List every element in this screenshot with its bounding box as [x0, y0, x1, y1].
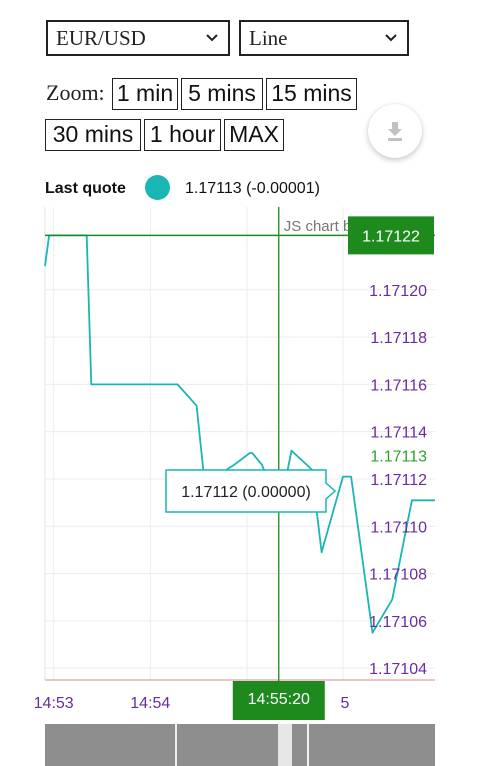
price-line-layer: 1.17122 [45, 216, 435, 255]
y-tick-label: 1.17112 [370, 472, 427, 489]
y-tick-label: 1.17104 [369, 661, 427, 678]
y-axis-labels: 1.17120 1.17118 1.17116 1.17114 1.17113 1.171… [369, 283, 427, 678]
cursor-layer: 1.17112 (0.00000) [165, 207, 337, 720]
cursor-tooltip-text: 1.17112 (0.00000) [181, 484, 311, 501]
scrollbar-grip[interactable] [278, 724, 292, 766]
x-tick-label: 14:53 [34, 695, 74, 712]
chart-grid [44, 207, 435, 680]
y-tick-label: 1.17120 [369, 283, 427, 300]
cursor-time-label: 14:55:20 [248, 691, 310, 708]
chart-scrollbar[interactable] [45, 724, 435, 766]
scrollbar-track[interactable] [45, 724, 435, 766]
x-tick-label: 14:54 [130, 695, 170, 712]
y-tick-label: 1.17118 [370, 330, 427, 347]
x-axis-labels: 14:53 14:54 5 14:55:20 [34, 681, 350, 720]
y-tick-label: 1.17114 [370, 425, 427, 442]
y-tick-label: 1.17116 [370, 377, 427, 394]
price-line-label: 1.17122 [362, 228, 420, 245]
x-tick-label: 5 [341, 695, 350, 712]
y-tick-label: 1.17110 [370, 519, 427, 536]
y-tick-label: 1.17106 [369, 614, 427, 631]
last-price-label: 1.17113 [370, 448, 427, 465]
price-chart[interactable]: JS chart by amCharts 1.17122 1.171201.17… [0, 0, 480, 766]
y-tick-label: 1.17108 [369, 567, 427, 584]
